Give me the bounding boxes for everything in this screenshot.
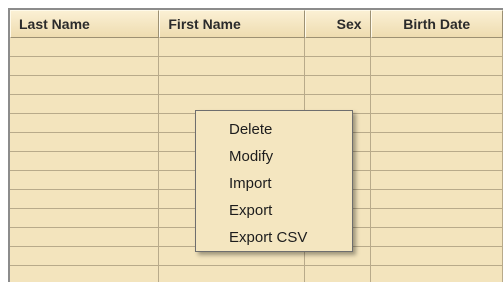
- table-cell[interactable]: [10, 76, 160, 94]
- table-cell[interactable]: [371, 247, 503, 265]
- table-cell[interactable]: [371, 95, 503, 113]
- table-cell[interactable]: [305, 38, 371, 56]
- table-cell[interactable]: [371, 171, 503, 189]
- table-cell[interactable]: [10, 114, 160, 132]
- column-header-first-name[interactable]: First Name: [159, 10, 305, 38]
- menu-item-export-csv[interactable]: Export CSV: [196, 224, 352, 251]
- table-cell[interactable]: [159, 57, 305, 75]
- table-cell[interactable]: [159, 76, 305, 94]
- table-cell[interactable]: [371, 190, 503, 208]
- table-header: Last Name First Name Sex Birth Date: [10, 10, 503, 38]
- table-cell[interactable]: [10, 38, 160, 56]
- table-cell[interactable]: [10, 209, 160, 227]
- table-cell[interactable]: [371, 209, 503, 227]
- table-cell[interactable]: [371, 266, 503, 282]
- table-cell[interactable]: [10, 266, 160, 282]
- table-cell[interactable]: [10, 190, 160, 208]
- table-row[interactable]: [10, 266, 503, 282]
- menu-item-import[interactable]: Import: [196, 170, 352, 197]
- menu-item-export[interactable]: Export: [196, 197, 352, 224]
- table-row[interactable]: [10, 38, 503, 57]
- column-header-birth-date[interactable]: Birth Date: [370, 10, 503, 38]
- table-cell[interactable]: [371, 38, 503, 56]
- table-cell[interactable]: [10, 57, 160, 75]
- table-cell[interactable]: [10, 133, 160, 151]
- table-cell[interactable]: [305, 57, 371, 75]
- table-cell[interactable]: [10, 152, 160, 170]
- table-cell[interactable]: [371, 133, 503, 151]
- table-cell[interactable]: [371, 152, 503, 170]
- table-cell[interactable]: [10, 228, 160, 246]
- table-cell[interactable]: [10, 171, 160, 189]
- table-cell[interactable]: [10, 247, 160, 265]
- column-header-sex[interactable]: Sex: [304, 10, 371, 38]
- table-cell[interactable]: [371, 228, 503, 246]
- menu-item-modify[interactable]: Modify: [196, 143, 352, 170]
- table-row[interactable]: [10, 76, 503, 95]
- menu-item-delete[interactable]: Delete: [196, 116, 352, 143]
- context-menu: Delete Modify Import Export Export CSV: [195, 110, 353, 252]
- table-cell[interactable]: [371, 76, 503, 94]
- table-cell[interactable]: [159, 38, 305, 56]
- table-cell[interactable]: [159, 266, 305, 282]
- table-cell[interactable]: [305, 76, 371, 94]
- table-cell[interactable]: [371, 114, 503, 132]
- column-header-last-name[interactable]: Last Name: [10, 10, 160, 38]
- table-row[interactable]: [10, 57, 503, 76]
- table-cell[interactable]: [10, 95, 160, 113]
- table-cell[interactable]: [305, 266, 371, 282]
- table-cell[interactable]: [371, 57, 503, 75]
